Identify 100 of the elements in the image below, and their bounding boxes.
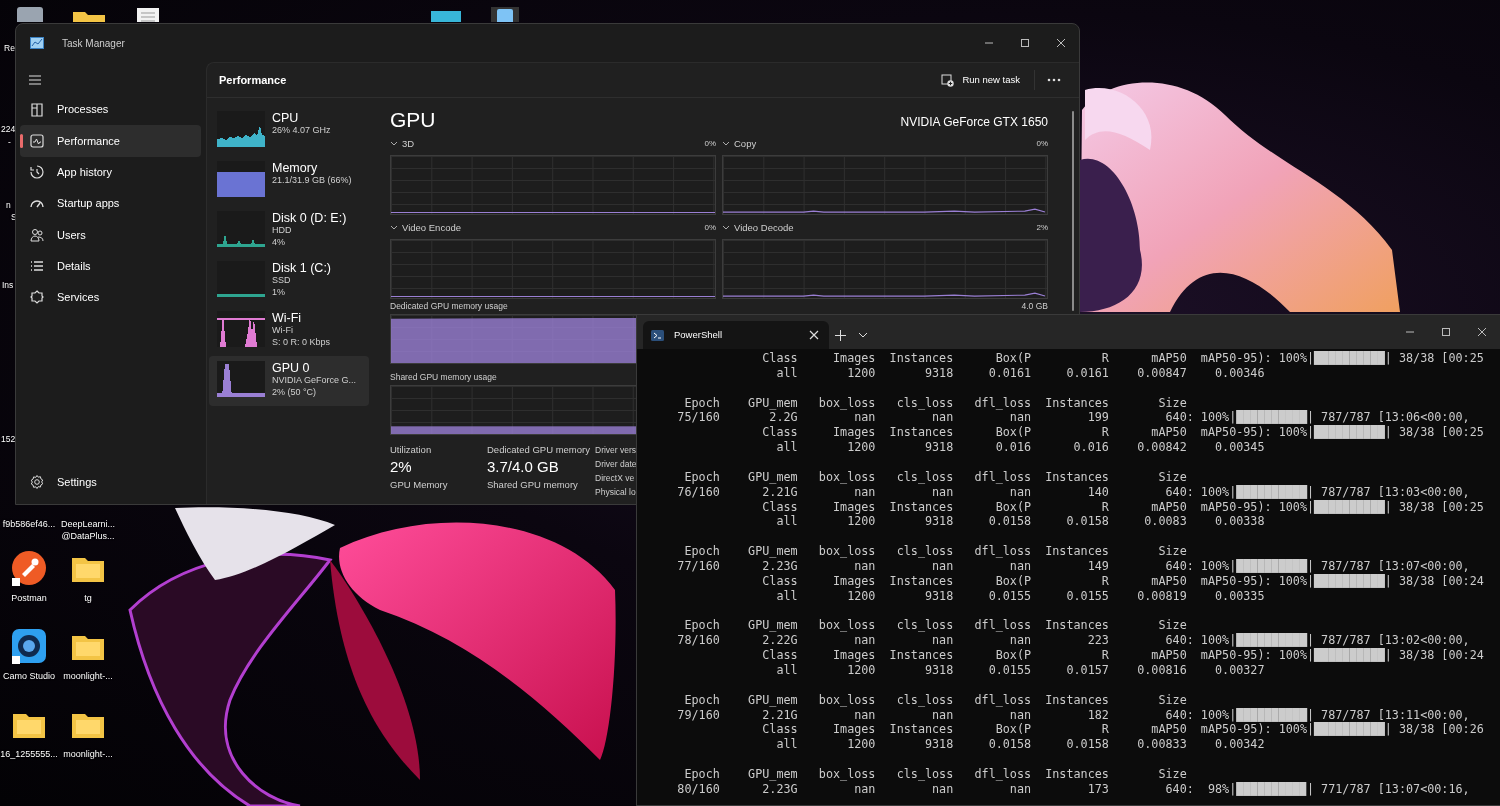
desktop-icon-label[interactable]: DeepLearni... @DataPlus... — [59, 518, 117, 542]
stat-label: Shared GPU memory — [487, 478, 579, 491]
terminal-text: 79/160 2.21G nan nan nan 182 640: 100%|██████████| 787/787 [13:11<00:00, — [676, 707, 1470, 723]
terminal-text: all 1200 9318 0.016 0.016 0.00842 0.00345 — [775, 440, 1265, 455]
resource-name: Wi-Fi — [272, 311, 303, 325]
terminal-text: 80/160 2.23G nan nan nan 173 640: 98%|█████████▉| 771/787 [13:07<00:16, — [676, 781, 1470, 797]
terminal-text: Class Images Instances Box(P R mAP50 mAP50-95): 100%|██████████| 38/38 [00:25 — [761, 425, 1484, 441]
file-icon[interactable] — [135, 7, 161, 22]
terminal-text: all 1200 9318 0.0155 0.0155 0.00819 0.00335 — [775, 588, 1265, 604]
stat-label: GPU Memory — [390, 478, 449, 491]
terminal-text: Epoch GPU_mem box_loss cls_loss dfl_loss Instances Size — [683, 395, 1187, 411]
nav-item[interactable]: Services — [20, 281, 201, 314]
graph-label: 3D — [402, 136, 415, 151]
desktop-icon-label[interactable]: 16_1255555... — [0, 748, 58, 760]
desktop-icon-label[interactable]: 224 — [1, 125, 16, 134]
resource-item[interactable]: Wi-Fi Wi-Fi S: 0 R: 0 Kbps — [209, 306, 369, 356]
resource-stat: HDD — [272, 225, 293, 237]
terminal-text: Epoch GPU_mem box_loss cls_loss dfl_loss Instances Size — [683, 767, 1187, 782]
resource-name: CPU — [272, 111, 300, 125]
terminal-text: Class Images Instances Box(P R mAP50 mAP50-95): 100%|██████████| 38/38 [00:24 — [761, 573, 1484, 589]
desktop-icon-label[interactable]: n — [6, 201, 11, 210]
camera-app-icon[interactable] — [11, 628, 47, 664]
maximize-icon[interactable] — [1440, 326, 1452, 338]
desktop-icon-label[interactable]: tg — [59, 592, 117, 604]
resource-stat: Wi-Fi — [272, 325, 294, 337]
performance-icon — [29, 132, 45, 149]
resource-item[interactable]: Memory 21.1/31.9 GB (66%) — [209, 156, 369, 206]
resource-item[interactable]: GPU 0 NVIDIA GeForce G... 2% (50 °C) — [209, 356, 369, 406]
desktop-icon-label[interactable]: Camo Studio — [0, 670, 58, 682]
run-new-task-button[interactable]: Run new task — [933, 68, 1028, 92]
resource-item[interactable]: CPU 26% 4.07 GHz — [209, 106, 369, 156]
terminal-text: Epoch GPU_mem box_loss cls_loss dfl_loss Instances Size — [683, 692, 1187, 708]
graph-value: 0% — [704, 222, 716, 234]
chevron-icon[interactable] — [722, 225, 730, 231]
desktop-icon-label[interactable]: 152 — [1, 435, 16, 444]
resource-stat: 4% — [272, 236, 286, 248]
task-icon — [941, 73, 955, 87]
resource-stat: S: 0 R: 0 Kbps — [272, 336, 331, 348]
nav-item[interactable]: Users — [20, 219, 201, 251]
terminal-text: 75/160 2.2G nan nan nan 199 640: 100%|██████████| 787/787 [13:06<00:00, — [676, 410, 1470, 426]
stat-value: 2% — [390, 457, 413, 477]
terminal-text: all 1200 9318 0.0161 0.0161 0.00847 0.00346 — [775, 365, 1265, 381]
device-name: NVIDIA GeForce GTX 1650 — [900, 114, 1048, 131]
page-title: Performance — [219, 72, 287, 88]
resource-name: Disk 0 (D: E:) — [272, 211, 347, 225]
terminal-text: all 1200 9318 0.0158 0.0158 0.0083 0.00338 — [775, 514, 1265, 530]
menu-icon[interactable] — [28, 74, 42, 86]
nav-item[interactable]: Performance — [20, 125, 201, 157]
info-label: Driver date — [595, 458, 637, 471]
terminal-text: 78/160 2.22G nan nan nan 223 640: 100%|██████████| 787/787 [13:02<00:00, — [676, 633, 1470, 649]
resource-item[interactable]: Disk 0 (D: E:) HDD 4% — [209, 206, 369, 256]
terminal-text: all 1200 9318 0.0155 0.0157 0.00816 0.00327 — [775, 663, 1265, 678]
desktop-icon-label[interactable]: Postman — [0, 592, 58, 604]
desktop-icon-label[interactable]: Re — [4, 44, 15, 53]
nav-item[interactable]: Processes — [20, 94, 201, 126]
terminal-text: 77/160 2.23G nan nan nan 149 640: 100%|██████████| 787/787 [13:07<00:00, — [676, 559, 1470, 574]
resource-item[interactable]: Disk 1 (C:) SSD 1% — [209, 256, 369, 306]
graph-label: Dedicated GPU memory usage — [390, 299, 508, 313]
app-icon[interactable] — [11, 550, 47, 586]
desktop-icon-label[interactable]: moonlight-... — [59, 748, 117, 760]
graph-label: Copy — [734, 136, 757, 151]
desktop-icon-label[interactable]: f9b586ef46... — [0, 518, 58, 530]
section-title: GPU — [390, 107, 436, 133]
resource-stat: 21.1/31.9 GB (66%) — [272, 175, 352, 187]
close-icon[interactable] — [1476, 326, 1488, 338]
bin-icon[interactable] — [15, 5, 45, 22]
graph-label: Shared GPU memory usage — [390, 370, 497, 384]
nav-item[interactable]: Details — [20, 250, 201, 282]
terminal-text: 76/160 2.21G nan nan nan 140 640: 100%|██████████| 787/787 [13:03<00:00, — [676, 484, 1470, 499]
video-icon[interactable] — [490, 6, 520, 22]
desktop-icon-label[interactable]: Ins — [2, 281, 14, 290]
terminal-text: Class Images Instances Box(P R mAP50 mAP50-95): 100%|██████████| 38/38 [00:26 — [761, 722, 1484, 738]
desktop-icon-label[interactable]: - — [8, 138, 11, 147]
resource-name: GPU 0 — [272, 361, 311, 375]
nav-item[interactable]: App history — [20, 156, 201, 188]
nav-item[interactable]: Startup apps — [20, 187, 201, 220]
chevron-icon[interactable] — [390, 225, 398, 231]
maximize-icon[interactable] — [1019, 37, 1031, 49]
chevron-icon[interactable] — [390, 141, 398, 147]
settings-button[interactable]: Settings — [20, 466, 201, 498]
close-icon[interactable] — [1055, 37, 1067, 49]
graph-label: Video Decode — [734, 220, 794, 235]
settings-icon — [29, 474, 45, 491]
graph-label: Video Encode — [402, 220, 461, 235]
scrollbar[interactable] — [1072, 111, 1074, 311]
terminal-tab[interactable]: PowerShell — [643, 321, 829, 349]
stat-value: 3.7/4.0 GB — [487, 457, 560, 477]
chevron-icon[interactable] — [722, 141, 730, 147]
info-label: DirectX ve — [595, 472, 636, 485]
terminal-text: Epoch GPU_mem box_loss cls_loss dfl_loss Instances Size — [683, 618, 1187, 634]
more-icon[interactable] — [1047, 78, 1061, 82]
resource-stat: NVIDIA GeForce G... — [272, 375, 357, 387]
app-icon — [30, 37, 44, 49]
resource-stat: 2% (50 °C) — [272, 386, 318, 398]
processes-icon — [29, 101, 45, 118]
terminal-text: Class Images Instances Box(P R mAP50 mAP50-95): 100%|██████████| 38/38 [00:25 — [761, 499, 1484, 515]
plus-icon[interactable] — [835, 329, 846, 341]
resource-stat: 1% — [272, 286, 286, 298]
desktop-icon-label[interactable]: moonlight-... — [59, 670, 117, 682]
users-icon — [29, 226, 45, 243]
